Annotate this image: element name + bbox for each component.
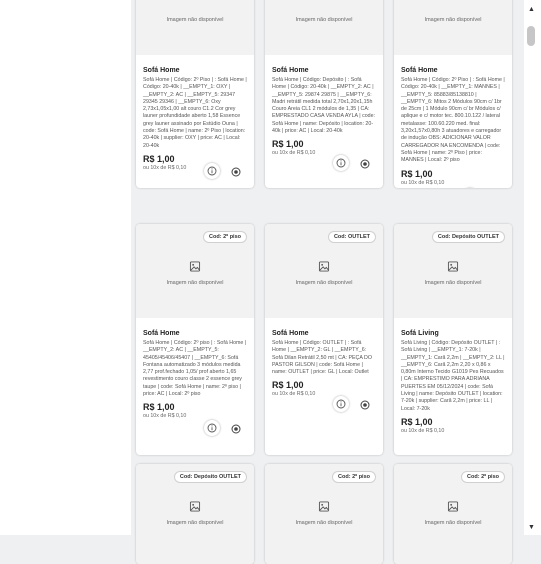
image-placeholder-icon xyxy=(189,501,201,512)
target-icon xyxy=(360,159,370,169)
installments: ou 10x de R$ 0,10 xyxy=(272,150,316,157)
product-card[interactable]: Imagem não disponível Sofá Home Sofá Hom… xyxy=(394,0,512,188)
image-placeholder-icon xyxy=(318,501,330,512)
product-title[interactable]: Sofá Home xyxy=(143,330,247,337)
product-card[interactable]: Imagem não disponível Cod: 2º piso xyxy=(394,464,512,564)
product-price: R$ 1,00 xyxy=(401,168,433,179)
info-button[interactable] xyxy=(333,396,349,412)
target-button[interactable] xyxy=(359,398,371,410)
location-badge: Cod: 2º piso xyxy=(461,471,505,483)
product-image: Imagem não disponível xyxy=(394,0,512,55)
info-button[interactable] xyxy=(204,420,220,436)
product-description: Sofá Home | Código: 2º piso | : Sofá Hom… xyxy=(143,340,247,398)
product-card[interactable]: Imagem não disponível Sofá Home Sofá Hom… xyxy=(265,0,383,188)
target-button[interactable] xyxy=(230,422,242,434)
info-icon xyxy=(207,166,217,176)
product-card[interactable]: Imagem não disponível Cod: OUTLET Sofá H… xyxy=(265,224,383,455)
product-card[interactable]: Imagem não disponível Cod: 2º piso xyxy=(265,464,383,564)
product-image: Imagem não disponível Cod: 2º piso xyxy=(136,224,254,318)
product-title[interactable]: Sofá Home xyxy=(401,67,505,74)
product-image: Imagem não disponível Cod: 2º piso xyxy=(394,464,512,564)
product-description: Sofá Living | Código: Depósito OUTLET | … xyxy=(401,340,505,412)
product-grid: Imagem não disponível Sofá Home Sofá Hom… xyxy=(0,0,541,564)
target-icon xyxy=(231,424,241,434)
product-title[interactable]: Sofá Home xyxy=(272,67,376,74)
product-title[interactable]: Sofá Home xyxy=(143,67,247,74)
info-icon xyxy=(336,158,346,168)
installments: ou 10x de R$ 0,10 xyxy=(401,179,445,186)
product-card[interactable]: Imagem não disponível Sofá Home Sofá Hom… xyxy=(136,0,254,188)
info-button[interactable] xyxy=(333,155,349,171)
product-image: Imagem não disponível Cod: Depósito OUTL… xyxy=(136,464,254,564)
location-badge: Cod: 2º piso xyxy=(203,231,247,243)
product-card[interactable]: Imagem não disponível Cod: Depósito OUTL… xyxy=(394,224,512,455)
image-placeholder-icon xyxy=(189,261,201,272)
product-image: Imagem não disponível xyxy=(265,0,383,55)
info-icon xyxy=(336,399,346,409)
no-image-label: Imagem não disponível xyxy=(424,17,482,23)
no-image-label: Imagem não disponível xyxy=(166,520,224,526)
no-image-label: Imagem não disponível xyxy=(295,520,353,526)
product-title[interactable]: Sofá Home xyxy=(272,330,376,337)
product-image: Imagem não disponível xyxy=(136,0,254,55)
product-description: Sofá Home | Código: OUTLET | : Sofá Home… xyxy=(272,340,372,376)
product-price: R$ 1,00 xyxy=(143,402,175,413)
installments: ou 10x de R$ 0,10 xyxy=(401,427,445,434)
scrollbar-thumb[interactable] xyxy=(527,26,535,46)
no-image-label: Imagem não disponível xyxy=(295,280,353,286)
no-image-label: Imagem não disponível xyxy=(295,17,353,23)
product-price: R$ 1,00 xyxy=(401,416,433,427)
product-price: R$ 1,00 xyxy=(143,153,175,164)
no-image-label: Imagem não disponível xyxy=(424,280,482,286)
image-placeholder-icon xyxy=(318,261,330,272)
info-icon xyxy=(207,423,217,433)
installments: ou 10x de R$ 0,10 xyxy=(272,391,316,398)
location-badge: Cod: Depósito OUTLET xyxy=(173,471,247,483)
product-price: R$ 1,00 xyxy=(272,139,304,150)
location-badge: Cod: 2º piso xyxy=(332,471,376,483)
scroll-down-arrow-icon[interactable]: ▼ xyxy=(528,524,535,531)
product-image: Imagem não disponível Cod: 2º piso xyxy=(265,464,383,564)
target-button[interactable] xyxy=(230,165,242,177)
product-description: Sofá Home | Código: 2º Piso | : Sofá Hom… xyxy=(401,77,505,164)
target-button[interactable] xyxy=(359,157,371,169)
no-image-label: Imagem não disponível xyxy=(166,17,224,23)
no-image-label: Imagem não disponível xyxy=(424,520,482,526)
product-price: R$ 1,00 xyxy=(272,380,304,391)
target-icon xyxy=(360,400,370,410)
product-title[interactable]: Sofá Living xyxy=(401,330,505,337)
location-badge: Cod: Depósito OUTLET xyxy=(431,231,505,243)
no-image-label: Imagem não disponível xyxy=(166,280,224,286)
info-button[interactable] xyxy=(204,163,220,179)
target-icon xyxy=(231,167,241,177)
product-description: Sofá Home | Código: Depósito | : Sofá Ho… xyxy=(272,77,376,135)
product-image: Imagem não disponível Cod: Depósito OUTL… xyxy=(394,224,512,318)
product-card[interactable]: Imagem não disponível Cod: 2º piso Sofá … xyxy=(136,224,254,455)
location-badge: Cod: OUTLET xyxy=(327,231,376,243)
vertical-scrollbar[interactable] xyxy=(524,0,541,535)
image-placeholder-icon xyxy=(447,261,459,272)
scroll-up-arrow-icon[interactable]: ▲ xyxy=(528,6,535,13)
product-image: Imagem não disponível Cod: OUTLET xyxy=(265,224,383,318)
installments: ou 10x de R$ 0,10 xyxy=(143,413,187,420)
product-description: Sofá Home | Código: 2º Piso | : Sofá Hom… xyxy=(143,77,247,149)
image-placeholder-icon xyxy=(447,501,459,512)
product-card[interactable]: Imagem não disponível Cod: Depósito OUTL… xyxy=(136,464,254,564)
